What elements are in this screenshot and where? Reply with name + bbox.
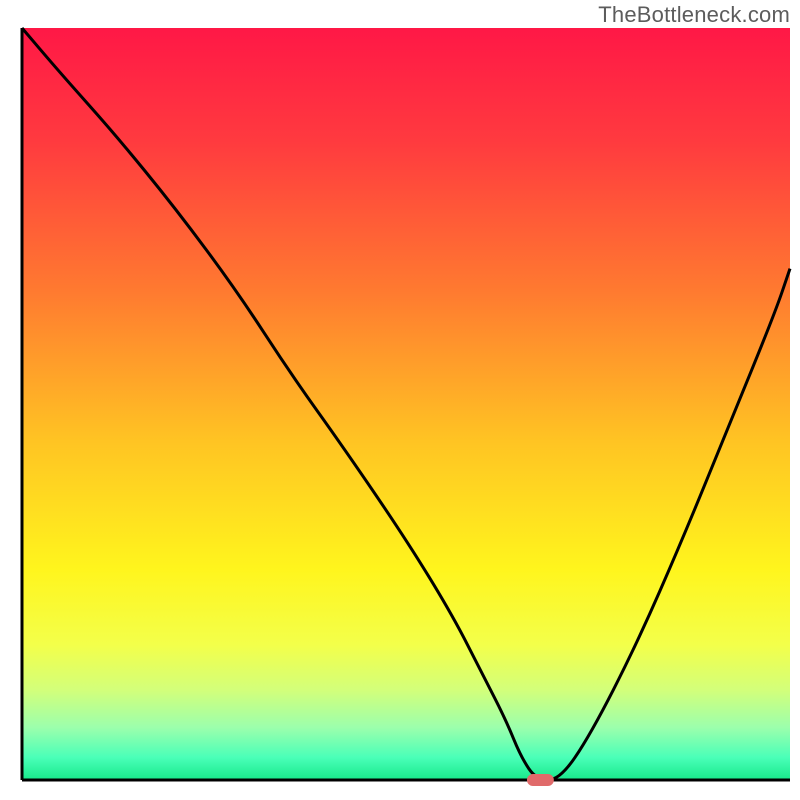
chart-container: TheBottleneck.com <box>0 0 800 800</box>
bottleneck-chart <box>0 0 800 800</box>
optimum-marker <box>527 774 554 786</box>
gradient-background <box>22 28 790 780</box>
